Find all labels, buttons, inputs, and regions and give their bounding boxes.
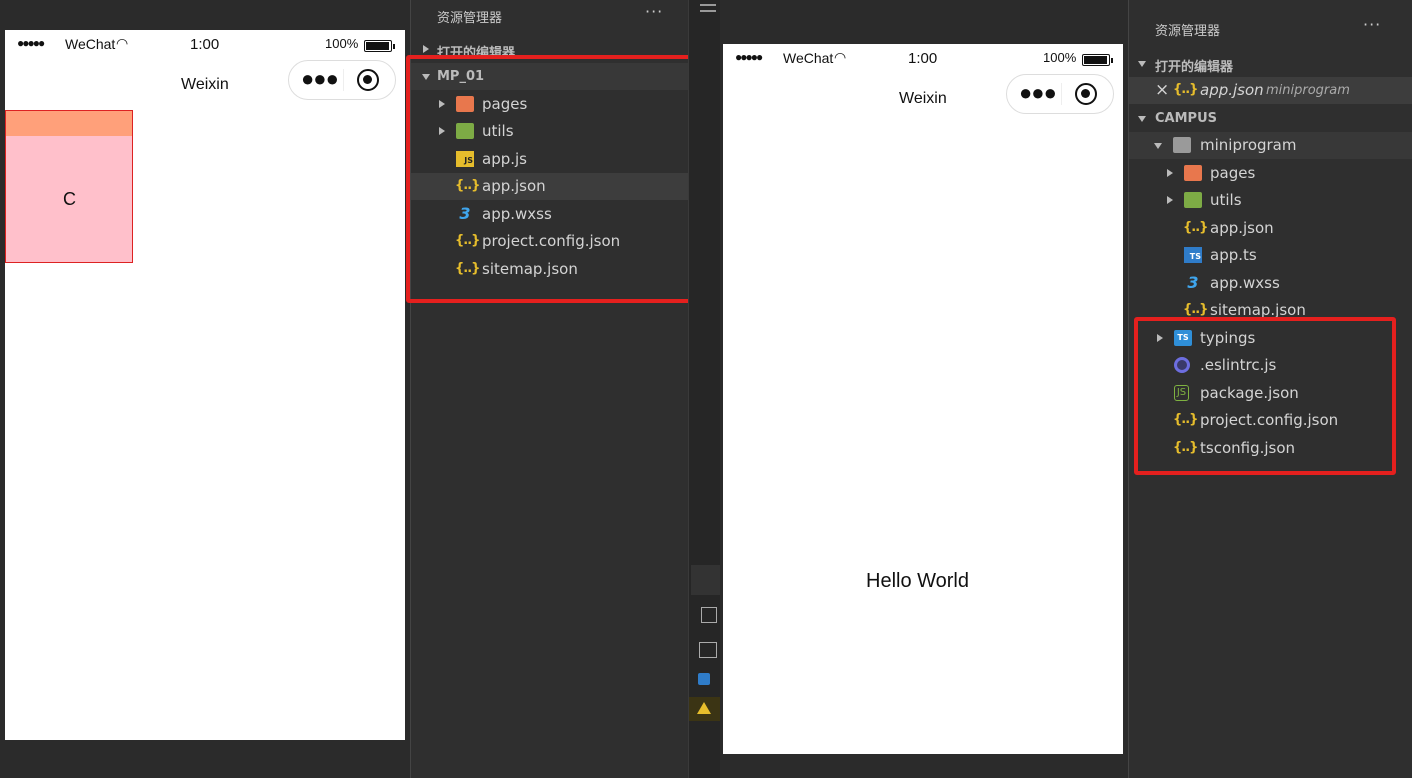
close-miniprogram-icon[interactable] <box>1075 83 1097 105</box>
tree-item-app-json[interactable]: {..} app.json <box>1129 215 1412 242</box>
highlight-box-left <box>406 55 702 303</box>
left-simulator-screen: ●●●●● WeChat ◠ 1:00 100% Weixin ●●● C <box>5 30 405 740</box>
json-file-icon: {..} <box>1183 302 1208 317</box>
wifi-icon: ◠ <box>834 49 847 65</box>
capsule-divider <box>343 69 344 91</box>
css-file-icon: 3 <box>1187 273 1199 292</box>
tree-item-app-wxss[interactable]: 3 app.wxss <box>1129 270 1412 297</box>
chevron-right-icon <box>1167 196 1173 204</box>
project-label: CAMPUS <box>1155 111 1217 126</box>
project-section[interactable]: CAMPUS <box>1129 105 1412 132</box>
battery-percent: 100% <box>325 36 359 51</box>
carrier-label: WeChat <box>783 50 834 66</box>
tree-item-miniprogram[interactable]: miniprogram <box>1129 132 1412 159</box>
folder-pages-icon <box>1184 165 1202 181</box>
status-time: 1:00 <box>908 50 938 67</box>
open-file-name: app.json <box>1200 81 1264 99</box>
demo-box-header <box>6 111 132 136</box>
capsule-menu[interactable]: ●●● <box>1006 74 1114 114</box>
chevron-right-icon <box>1167 169 1173 177</box>
ts-file-icon: TS <box>1184 247 1202 263</box>
menu-icon[interactable] <box>700 4 716 12</box>
chevron-right-icon <box>423 45 429 53</box>
tree-item-label: miniprogram <box>1200 136 1297 154</box>
toolbar-tab[interactable] <box>691 565 721 595</box>
battery-percent: 100% <box>1043 50 1077 65</box>
folder-utils-icon <box>1184 192 1202 208</box>
status-bar: ●●●●● WeChat ◠ 1:00 100% <box>5 30 405 58</box>
open-editor-app-json[interactable]: × {..} app.json miniprogram <box>1129 77 1412 104</box>
highlight-box-right <box>1134 317 1396 475</box>
close-miniprogram-icon[interactable] <box>357 69 379 91</box>
tree-item-app-ts[interactable]: TS app.ts <box>1129 242 1412 269</box>
folder-open-icon <box>1173 137 1191 153</box>
json-file-icon: {..} <box>1183 220 1208 235</box>
capsule-divider <box>1061 83 1062 105</box>
capsule-menu[interactable]: ●●● <box>288 60 396 100</box>
json-file-icon: {..} <box>1173 82 1198 97</box>
demo-box-text: C <box>63 189 76 209</box>
editor-strip <box>688 0 721 778</box>
message-icon[interactable] <box>698 673 710 685</box>
battery-icon <box>364 37 395 53</box>
nav-title: Weixin <box>899 90 947 107</box>
carrier-label: WeChat <box>65 36 116 52</box>
explorer-more-icon[interactable]: ··· <box>1363 15 1381 34</box>
status-bar: ●●●●● WeChat ◠ 1:00 100% <box>723 44 1123 72</box>
tree-item-label: app.ts <box>1210 246 1257 264</box>
status-time: 1:00 <box>190 36 220 53</box>
close-icon[interactable]: × <box>1155 80 1169 100</box>
more-icon[interactable]: ●●● <box>301 68 339 90</box>
tree-item-label: app.json <box>1210 219 1274 237</box>
chevron-down-icon <box>1138 61 1146 67</box>
hello-text: Hello World <box>866 570 969 592</box>
nav-title: Weixin <box>181 76 229 93</box>
tree-item-utils[interactable]: utils <box>1129 187 1412 214</box>
explorer-title: 资源管理器 <box>1155 24 1221 39</box>
explorer-title: 资源管理器 <box>437 11 503 26</box>
chevron-down-icon <box>1138 116 1146 122</box>
signal-icon: ●●●●● <box>17 36 45 50</box>
signal-icon: ●●●●● <box>735 50 763 64</box>
warning-icon <box>697 702 711 714</box>
open-editors-section[interactable]: 打开的编辑器 <box>1129 50 1412 77</box>
wifi-icon: ◠ <box>116 35 129 51</box>
more-icon[interactable]: ●●● <box>1019 82 1057 104</box>
open-file-path: miniprogram <box>1266 83 1350 98</box>
tree-item-label: pages <box>1210 164 1256 182</box>
open-editors-label: 打开的编辑器 <box>1155 60 1234 75</box>
play-panel-icon[interactable] <box>699 642 717 658</box>
explorer-more-icon[interactable]: ··· <box>645 2 663 21</box>
demo-box: C <box>5 110 133 263</box>
right-simulator-screen: ●●●●● WeChat ◠ 1:00 100% Weixin ●●● Hell… <box>723 44 1123 754</box>
tree-item-label: utils <box>1210 191 1242 209</box>
inspect-icon[interactable] <box>701 607 717 623</box>
chevron-down-icon <box>1154 143 1162 149</box>
warning-row[interactable] <box>689 697 721 721</box>
tree-item-label: app.wxss <box>1210 274 1280 292</box>
tree-item-pages[interactable]: pages <box>1129 160 1412 187</box>
battery-icon <box>1082 51 1113 67</box>
